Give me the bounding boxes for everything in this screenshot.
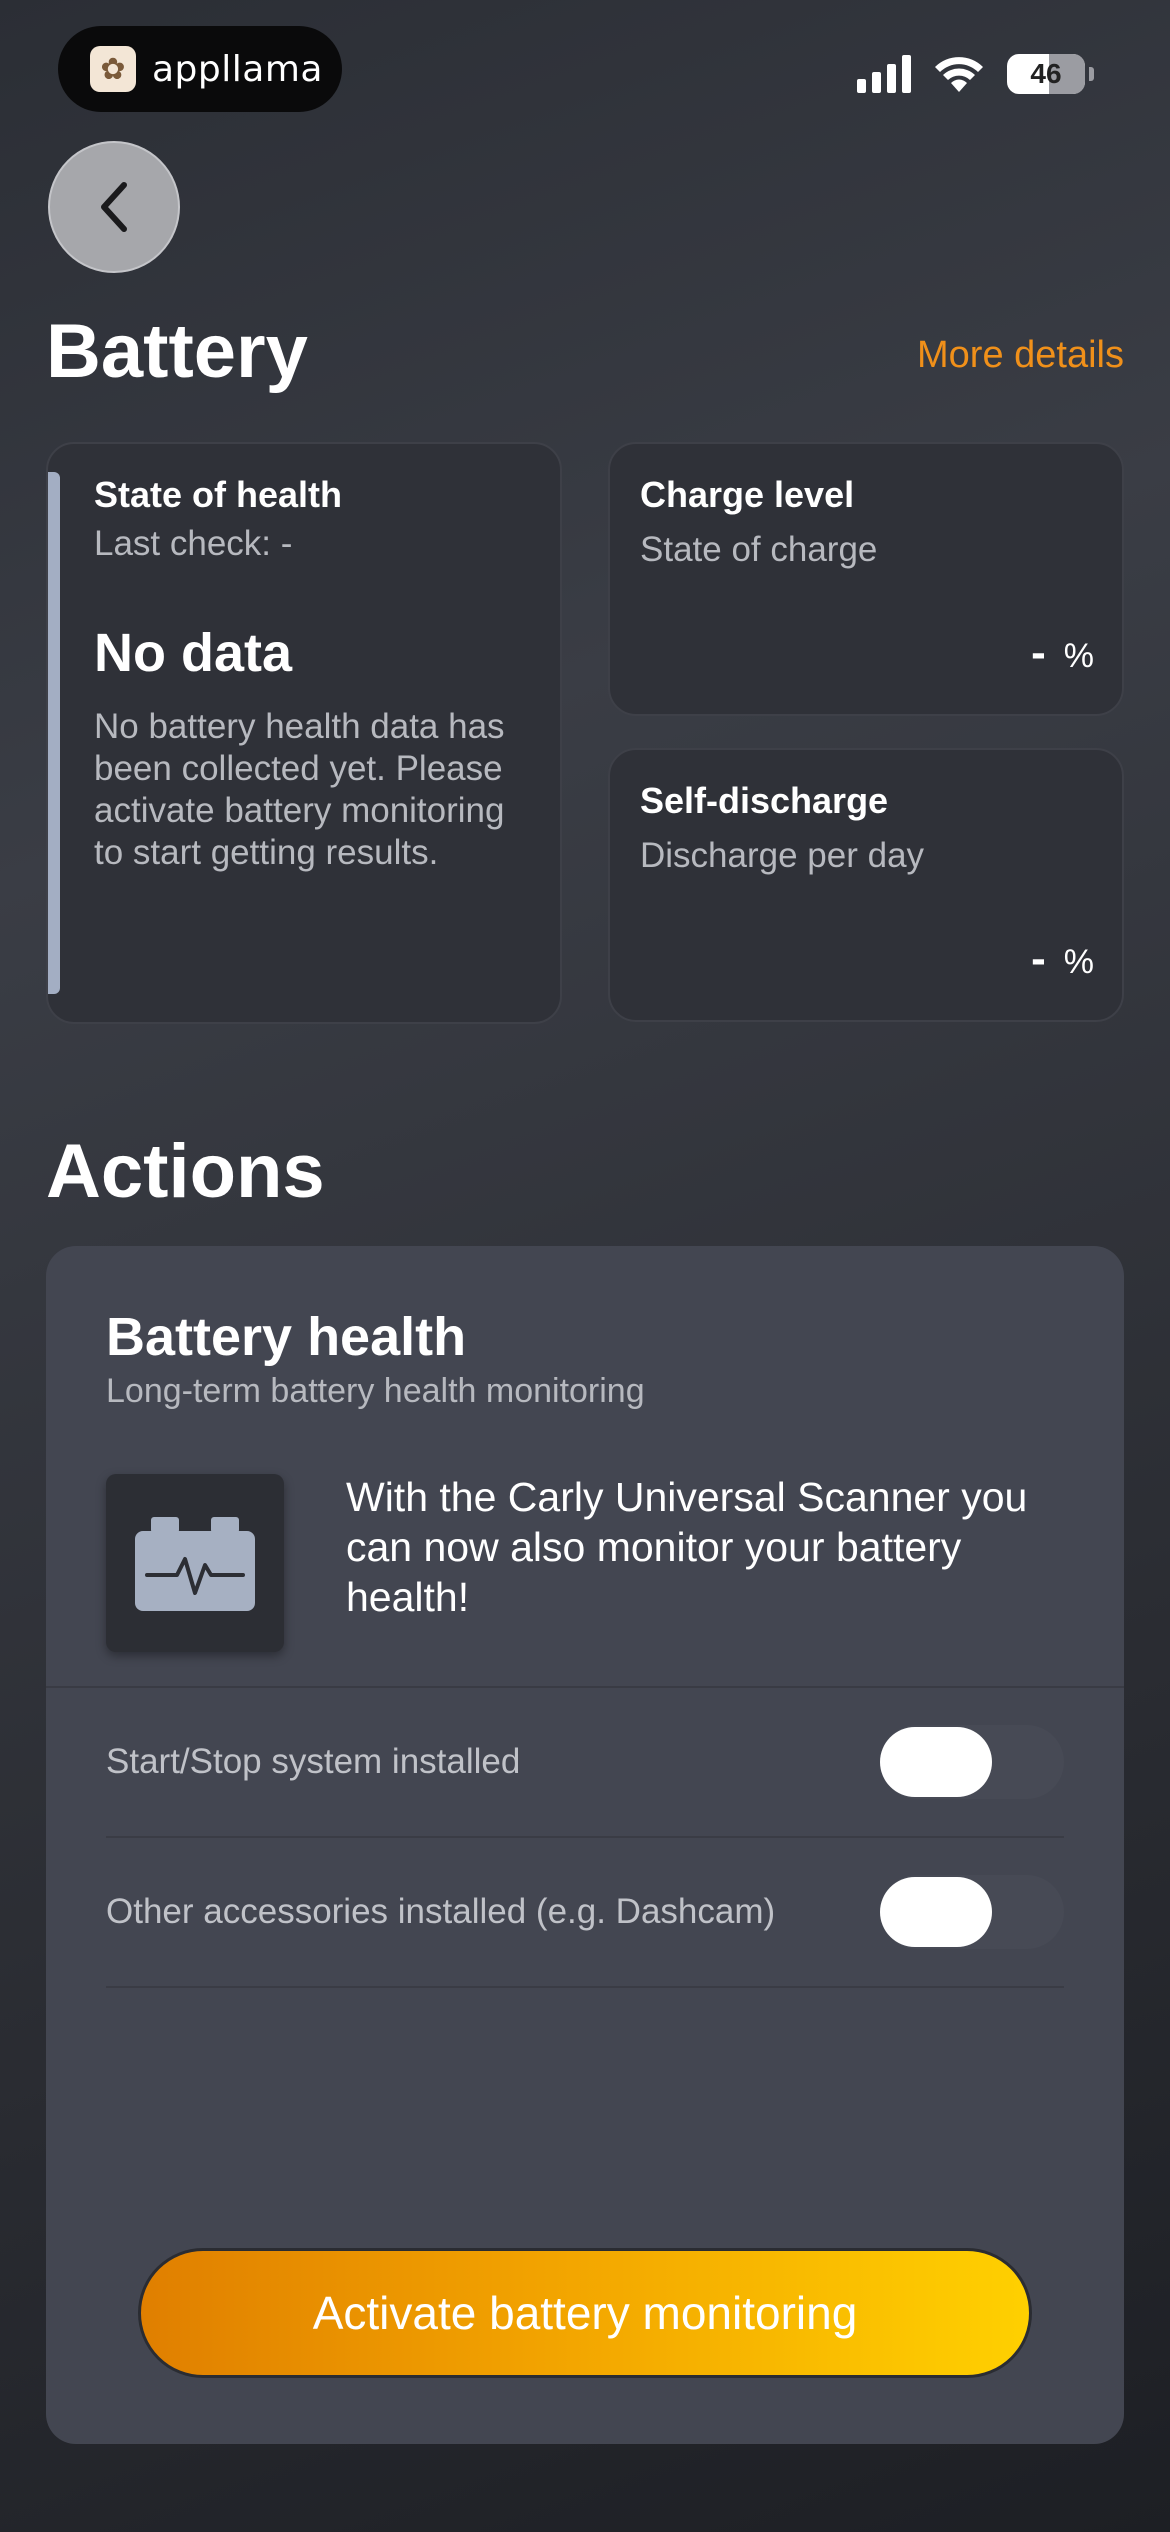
actions-title: Actions — [46, 1129, 325, 1214]
battery-pulse-icon — [106, 1474, 284, 1652]
card-title: Self-discharge — [640, 780, 889, 821]
card-title: Charge level — [640, 474, 855, 515]
card-title: State of health — [94, 474, 343, 515]
charge-value: - % — [1031, 628, 1094, 678]
value-number: - — [1031, 628, 1046, 677]
discharge-value: - % — [1031, 934, 1094, 984]
brand-pill: ✿ appllama — [58, 26, 342, 112]
value-unit: % — [1063, 637, 1094, 675]
accessories-row: Other accessories installed (e.g. Dashca… — [106, 1838, 1064, 1988]
accessories-toggle[interactable] — [880, 1875, 1064, 1949]
self-discharge-card[interactable]: Self-discharge Discharge per day - % — [608, 748, 1124, 1022]
card-subtitle: Last check: - — [94, 524, 293, 563]
page-title: Battery — [46, 309, 308, 394]
status-bar: ✿ appllama 46 — [0, 0, 1170, 140]
status-icons: 46 — [857, 54, 1094, 94]
toggle-label: Other accessories installed (e.g. Dashca… — [106, 1892, 776, 1931]
brand-name: appllama — [152, 48, 323, 90]
llama-logo-icon: ✿ — [90, 46, 136, 92]
charge-level-card[interactable]: Charge level State of charge - % — [608, 442, 1124, 716]
toggle-knob — [880, 1877, 992, 1947]
toggle-knob — [880, 1727, 992, 1797]
signal-icon — [857, 55, 911, 93]
start-stop-row: Start/Stop system installed — [106, 1688, 1064, 1838]
start-stop-toggle[interactable] — [880, 1725, 1064, 1799]
chevron-left-icon — [101, 182, 127, 232]
value-number: - — [1031, 934, 1046, 983]
wifi-icon — [935, 57, 983, 92]
more-details-link[interactable]: More details — [917, 334, 1124, 377]
state-of-health-card[interactable]: State of health Last check: - No data No… — [46, 442, 562, 1024]
health-indicator-bar — [48, 472, 60, 994]
health-status: No data — [94, 623, 293, 683]
battery-tip — [1089, 67, 1094, 81]
card-subtitle: Discharge per day — [640, 836, 925, 875]
battery-percent: 46 — [1030, 58, 1062, 89]
health-description: No battery health data has been collecte… — [94, 707, 505, 872]
panel-subtitle: Long-term battery health monitoring — [106, 1372, 645, 1410]
activate-monitoring-button[interactable]: Activate battery monitoring — [138, 2248, 1032, 2378]
toggle-label: Start/Stop system installed — [106, 1742, 521, 1781]
card-subtitle: State of charge — [640, 530, 878, 569]
value-unit: % — [1063, 943, 1094, 981]
battery-icon: 46 — [1007, 54, 1085, 94]
battery-health-panel: Battery health Long-term battery health … — [46, 1246, 1124, 2444]
panel-title: Battery health — [106, 1307, 467, 1367]
back-button[interactable] — [48, 141, 180, 273]
promo-text: With the Carly Universal Scanner you can… — [346, 1474, 1028, 1620]
